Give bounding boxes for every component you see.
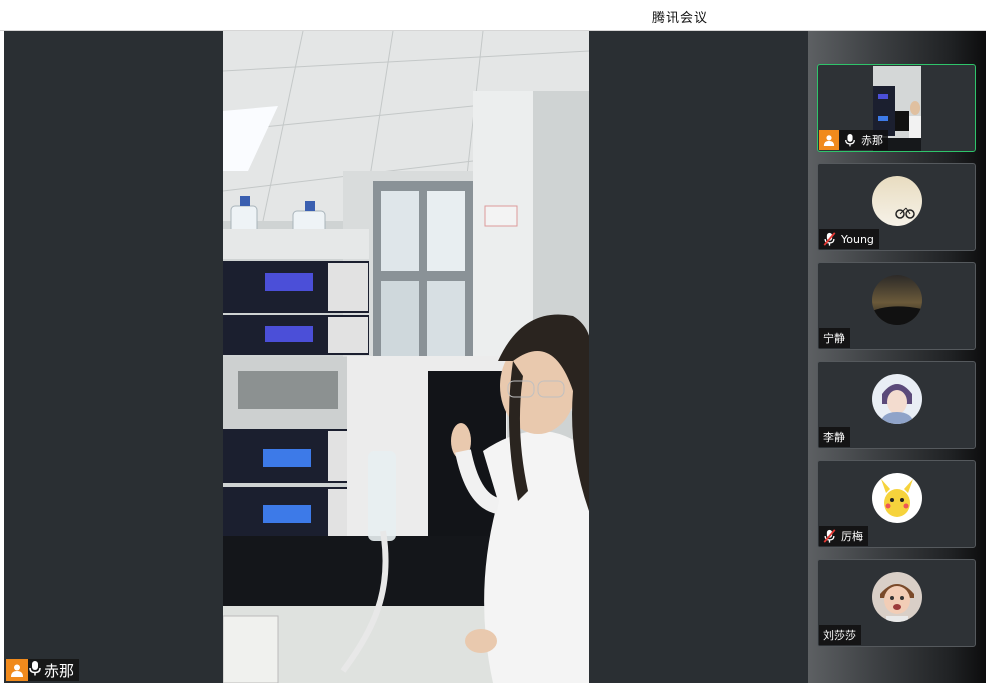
user-avatar-icon bbox=[819, 130, 839, 150]
participant-nameplate: 刘莎莎 bbox=[819, 625, 861, 645]
participant-tile[interactable]: Young bbox=[817, 163, 976, 251]
main-speaker-nameplate: 赤那 bbox=[6, 659, 80, 681]
participant-nameplate: 宁静 bbox=[819, 328, 850, 348]
participant-avatar bbox=[872, 374, 922, 424]
microphone-icon bbox=[28, 660, 42, 680]
title-bar: 腾讯会议 bbox=[0, 0, 986, 31]
microphone-muted-icon bbox=[823, 232, 836, 246]
participant-name: 李静 bbox=[823, 431, 845, 444]
participant-avatar bbox=[872, 275, 922, 325]
participant-name: 刘莎莎 bbox=[823, 629, 856, 642]
microphone-icon bbox=[844, 133, 856, 147]
participant-tile[interactable]: 赤那 bbox=[817, 64, 976, 152]
lab-scene-image bbox=[223, 31, 589, 683]
participant-name: 宁静 bbox=[823, 332, 845, 345]
user-avatar-icon bbox=[6, 659, 28, 681]
participant-name: 赤那 bbox=[861, 134, 883, 147]
participant-nameplate: Young bbox=[819, 229, 879, 249]
participant-nameplate: 赤那 bbox=[819, 130, 888, 150]
participant-tile[interactable]: 厉梅 bbox=[817, 460, 976, 548]
main-speaker-name: 赤那 bbox=[44, 661, 75, 680]
participant-nameplate: 厉梅 bbox=[819, 526, 868, 546]
participant-avatar bbox=[872, 572, 922, 622]
participant-name: Young bbox=[841, 232, 874, 246]
window-title: 腾讯会议 bbox=[651, 11, 708, 26]
main-video-stage[interactable]: 赤那 bbox=[4, 31, 808, 683]
participant-name: 厉梅 bbox=[841, 530, 863, 543]
participant-tile[interactable]: 宁静 bbox=[817, 262, 976, 350]
participant-nameplate: 李静 bbox=[819, 427, 850, 447]
participant-sidebar[interactable]: 赤那 Young 宁静 李静 厉梅 刘莎莎 bbox=[808, 31, 986, 683]
microphone-muted-icon bbox=[823, 529, 836, 543]
participant-tile[interactable]: 刘莎莎 bbox=[817, 559, 976, 647]
participant-tile[interactable]: 李静 bbox=[817, 361, 976, 449]
participant-avatar bbox=[872, 176, 922, 226]
participant-avatar bbox=[872, 473, 922, 523]
main-video-feed bbox=[223, 31, 589, 683]
